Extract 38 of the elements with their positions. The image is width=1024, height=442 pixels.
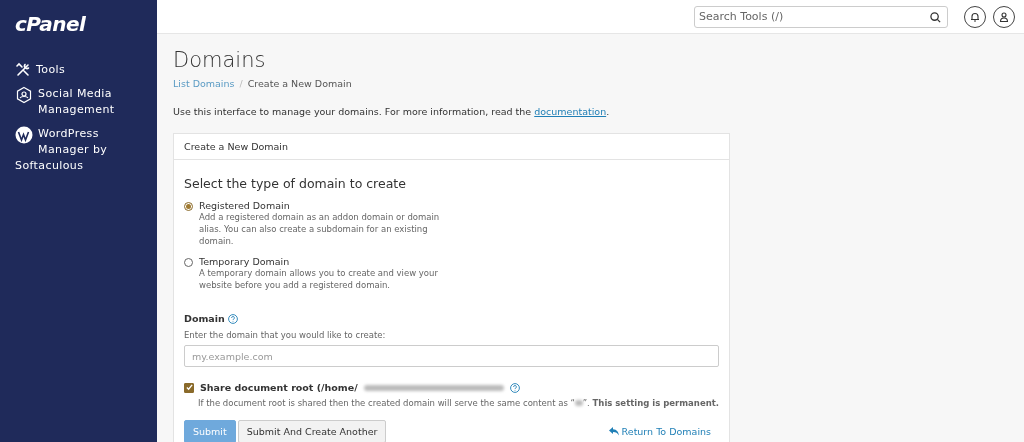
notifications-button[interactable] [964,5,986,28]
search-icon [930,11,941,23]
bell-icon [970,11,980,22]
panel-header: Create a New Domain [174,134,729,160]
wordpress-icon [15,126,33,144]
search-field[interactable]: Search Tools (/) [694,5,948,28]
radio-button[interactable] [184,258,193,267]
breadcrumb-separator: / [239,78,243,89]
reply-arrow-icon [608,427,619,436]
help-icon[interactable] [227,313,238,324]
user-button[interactable] [993,5,1015,28]
return-link[interactable]: Return To Domains [608,426,711,437]
breadcrumb-current: Create a New Domain [247,78,352,89]
section-heading: Select the type of domain to create [184,176,407,191]
intro-text: Use this interface to manage your domains. For more information, read the documentation. [173,106,611,117]
page-title: Domains [173,48,266,72]
field-hint: Enter the domain that you would like to create: [184,330,387,340]
redaction-blur [575,400,583,406]
tools-icon [15,62,31,78]
submit-another-button[interactable]: Submit And Create Another [237,420,387,442]
cpanel-logo[interactable]: cPanel [0,0,86,36]
option-label: Registered Domain [199,200,291,211]
checkbox-label: Share document root (/home/ [200,382,358,393]
help-text: If the document root is shared then the created domain will serve the same content as “ [198,398,575,408]
field-label: Domain [184,313,225,324]
sidebar-item[interactable]: WordPress Manager by Softaculous [0,122,157,178]
radio-button[interactable] [184,202,193,211]
user-icon [999,11,1009,22]
option-label: Temporary Domain [199,256,291,267]
help-text: ”. This setting is permanent. [582,398,719,408]
sidebar-item[interactable]: Tools [0,58,157,82]
option-description: A temporary domain allows you to create and view your website before you add a registered domain. [199,267,439,291]
help-icon[interactable] [509,382,520,393]
checkbox[interactable] [184,382,194,393]
option-description: Add a registered domain as an addon domain or domain alias. You can also create a subdomain for an existing domain. [199,211,441,247]
domain-input[interactable]: my.example.com [184,345,719,367]
sidebar-item[interactable]: Social Media Management [0,82,157,122]
hexagon-icon [15,86,33,104]
